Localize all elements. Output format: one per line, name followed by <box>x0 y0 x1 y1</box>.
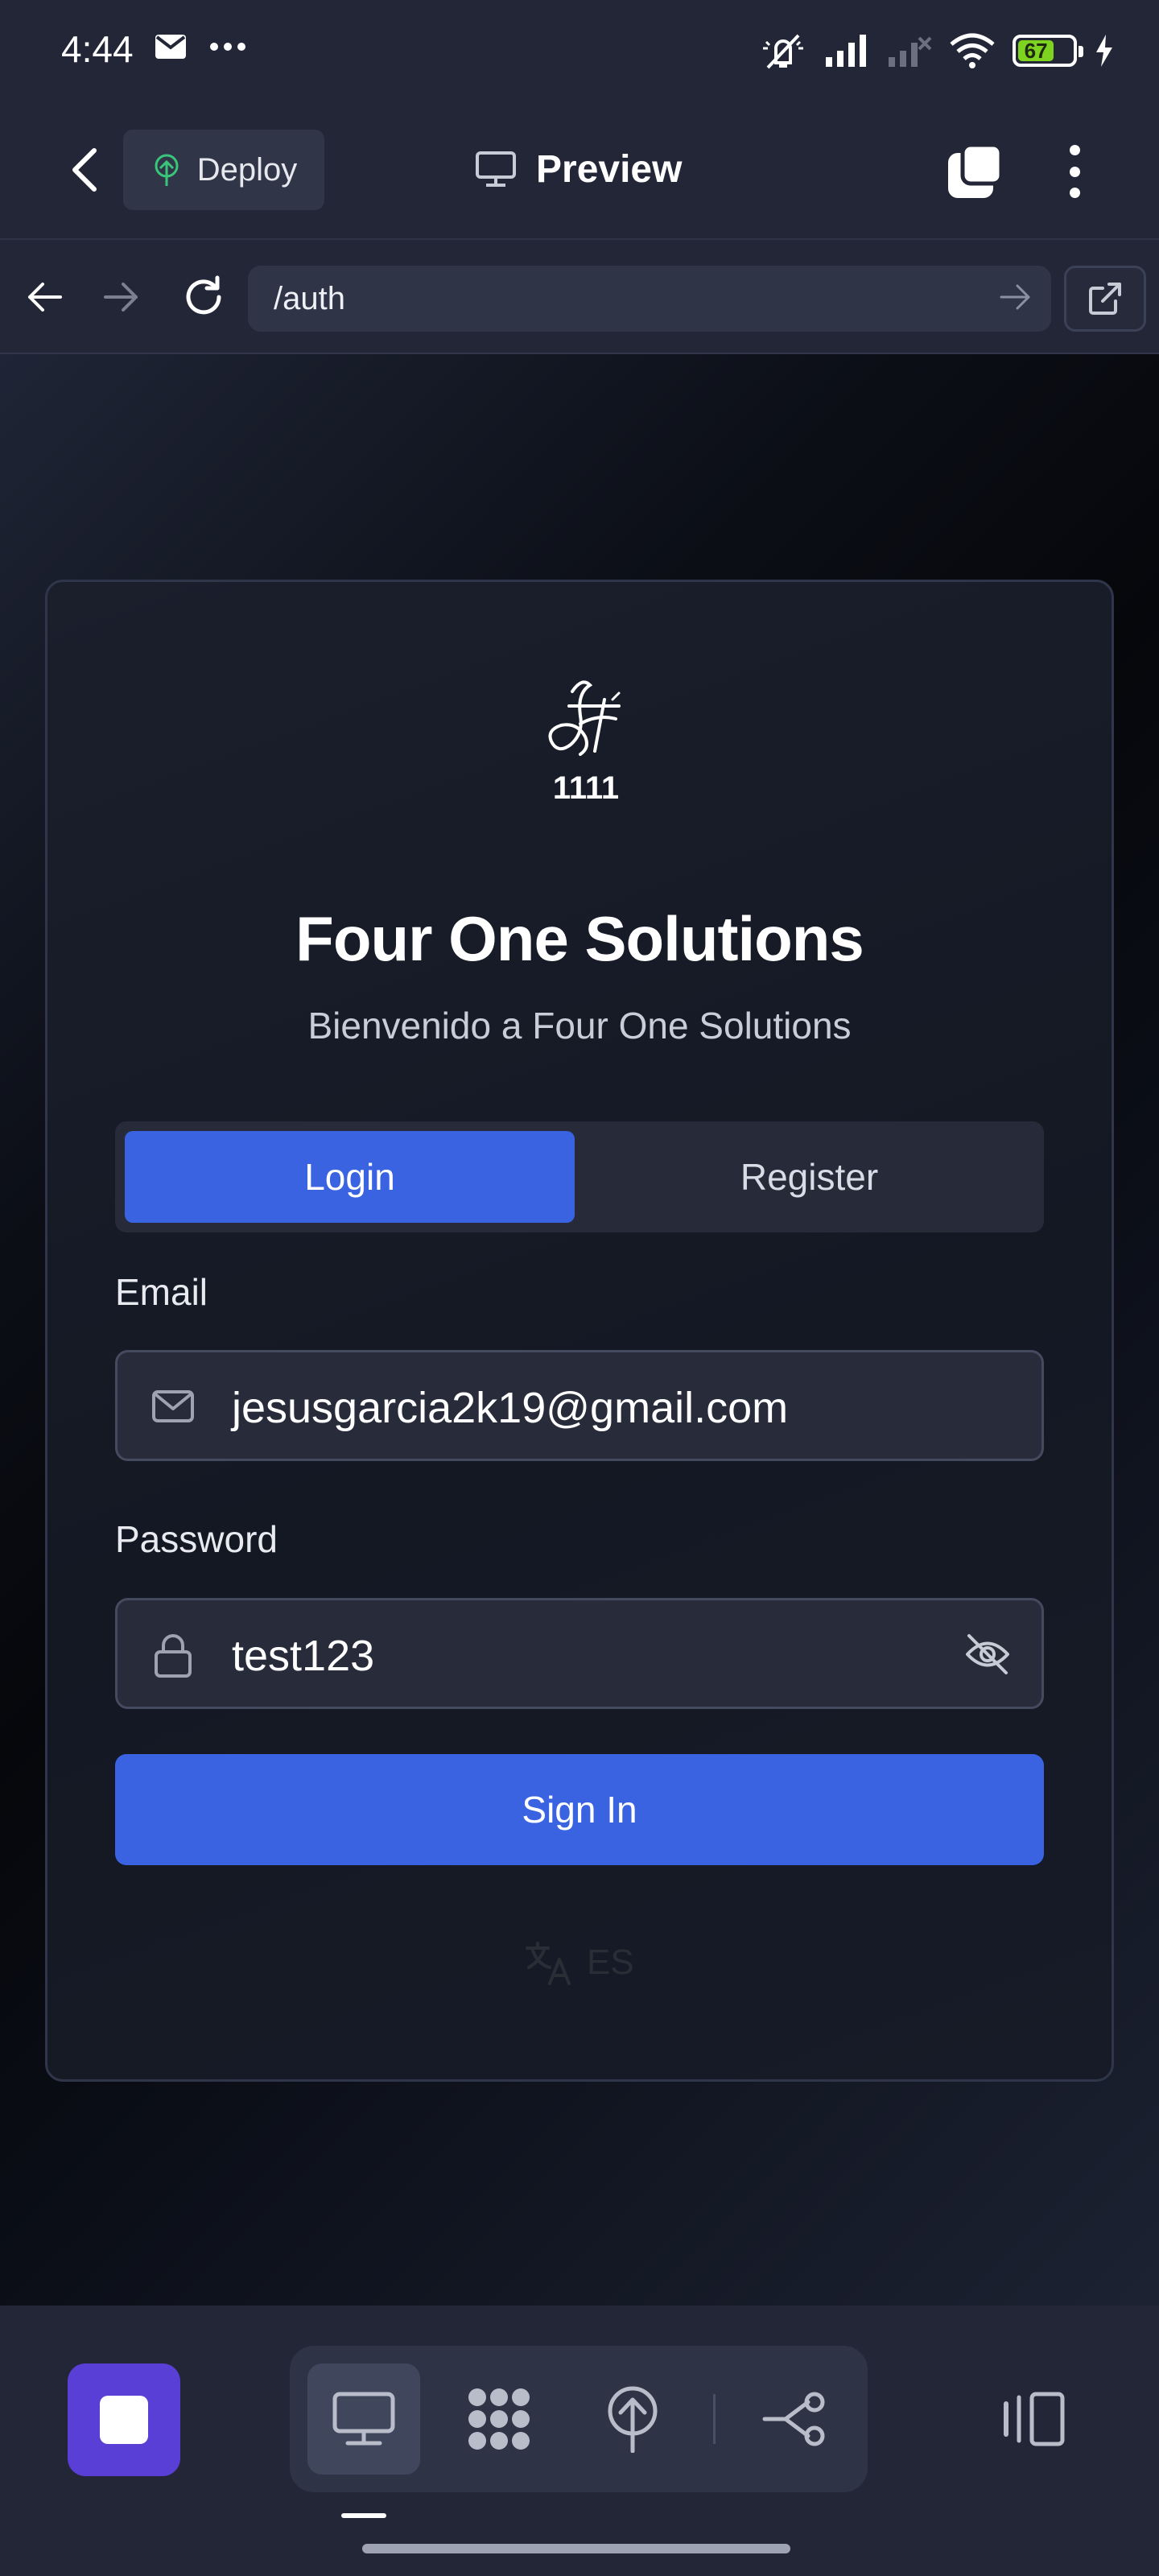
stop-button[interactable] <box>68 2363 180 2476</box>
sign-in-button[interactable]: Sign In <box>115 1754 1044 1865</box>
tab-register[interactable]: Register <box>584 1131 1034 1223</box>
url-text: /auth <box>274 280 345 316</box>
battery-icon: 67 <box>1013 35 1083 67</box>
email-value: jesusgarcia2k19@gmail.com <box>232 1384 789 1432</box>
email-field[interactable]: jesusgarcia2k19@gmail.com <box>115 1350 1044 1461</box>
deploy-icon <box>608 2386 658 2453</box>
home-indicator[interactable] <box>362 2544 790 2553</box>
open-external-button[interactable] <box>1064 266 1146 332</box>
components-icon <box>468 2388 530 2450</box>
reload-icon <box>186 275 221 315</box>
logo-number: 1111 <box>552 770 620 806</box>
reload-button[interactable] <box>179 272 229 322</box>
desktop-icon <box>332 2392 395 2446</box>
back-icon <box>72 148 97 192</box>
browser-back-button[interactable] <box>19 272 69 322</box>
charging-icon <box>1095 35 1114 67</box>
language-code: ES <box>587 1942 634 1982</box>
desktop-view-button[interactable] <box>307 2363 420 2475</box>
language-switch[interactable]: ES <box>524 1934 634 1991</box>
back-arrow-icon <box>28 283 62 312</box>
url-input[interactable]: /auth <box>248 266 1051 332</box>
page-title: Four One Solutions <box>295 903 864 974</box>
external-link-icon <box>1089 283 1121 315</box>
flow-button[interactable] <box>739 2363 852 2475</box>
password-field[interactable]: test123 <box>115 1598 1044 1709</box>
auth-card: 1111 Four One Solutions Bienvenido a Fou… <box>45 580 1114 2082</box>
translate-icon <box>524 1938 572 1987</box>
password-value: test123 <box>232 1632 375 1680</box>
mail-icon <box>155 34 187 60</box>
more-dots-icon <box>209 42 246 52</box>
tab-login[interactable]: Login <box>125 1131 575 1223</box>
deploy-button[interactable]: Deploy <box>123 130 324 210</box>
monitor-icon <box>475 151 517 188</box>
panel-icon <box>1004 2392 1065 2446</box>
nav-indicator <box>341 2513 386 2518</box>
go-arrow-icon[interactable] <box>1000 283 1032 312</box>
tabs-button[interactable] <box>945 142 1004 201</box>
browser-forward-button[interactable] <box>97 272 146 322</box>
status-bar: 4:44 67 <box>0 0 1159 100</box>
deploy-tool-button[interactable] <box>576 2363 689 2475</box>
auth-tabs: Login Register <box>115 1121 1044 1232</box>
deploy-icon <box>151 152 183 188</box>
view-switcher <box>290 2346 868 2492</box>
lock-icon <box>151 1633 195 1679</box>
email-label: Email <box>115 1271 208 1313</box>
signal-icon <box>824 35 869 67</box>
mail-outline-icon <box>151 1385 195 1428</box>
more-vert-icon[interactable] <box>1054 142 1095 201</box>
stop-icon <box>100 2396 148 2444</box>
mute-icon <box>760 31 806 71</box>
eye-off-icon[interactable] <box>964 1633 1011 1676</box>
flow-icon <box>762 2392 825 2446</box>
preview-area: 1111 Four One Solutions Bienvenido a Fou… <box>0 354 1159 2306</box>
browser-bar: /auth <box>0 240 1159 354</box>
app-header: Deploy Preview <box>0 100 1159 240</box>
divider <box>713 2394 716 2444</box>
back-button[interactable] <box>60 146 108 194</box>
page-subtitle: Bienvenido a Four One Solutions <box>307 1005 852 1046</box>
forward-arrow-icon <box>104 283 138 312</box>
status-time: 4:44 <box>61 28 134 70</box>
wifi-icon <box>950 33 995 68</box>
company-logo: 1111 <box>542 677 630 814</box>
bottom-toolbar <box>0 2306 1159 2576</box>
panel-toggle-button[interactable] <box>998 2383 1070 2455</box>
password-label: Password <box>115 1518 278 1560</box>
tabs-icon <box>948 142 1004 198</box>
preview-title: Preview <box>475 145 682 193</box>
components-button[interactable] <box>443 2363 555 2475</box>
deploy-label: Deploy <box>196 151 298 188</box>
signal-off-icon <box>887 35 932 67</box>
